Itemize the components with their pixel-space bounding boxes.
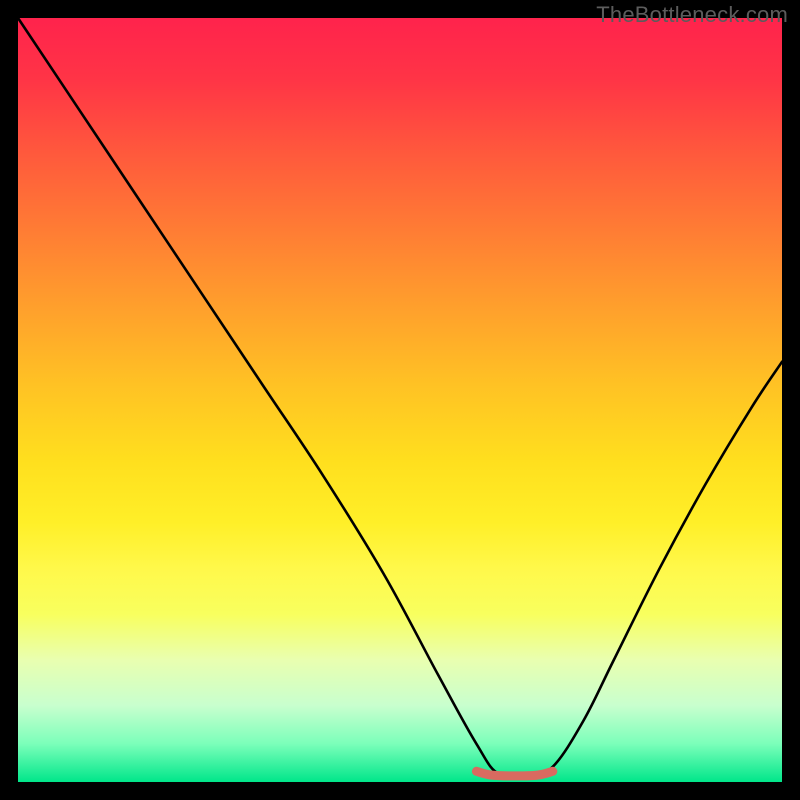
curve-layer bbox=[18, 18, 782, 782]
watermark-text: TheBottleneck.com bbox=[596, 2, 788, 28]
chart-frame: TheBottleneck.com bbox=[0, 0, 800, 800]
optimal-zone-marker-path bbox=[476, 771, 552, 776]
plot-area bbox=[18, 18, 782, 782]
bottleneck-curve-path bbox=[18, 18, 782, 777]
